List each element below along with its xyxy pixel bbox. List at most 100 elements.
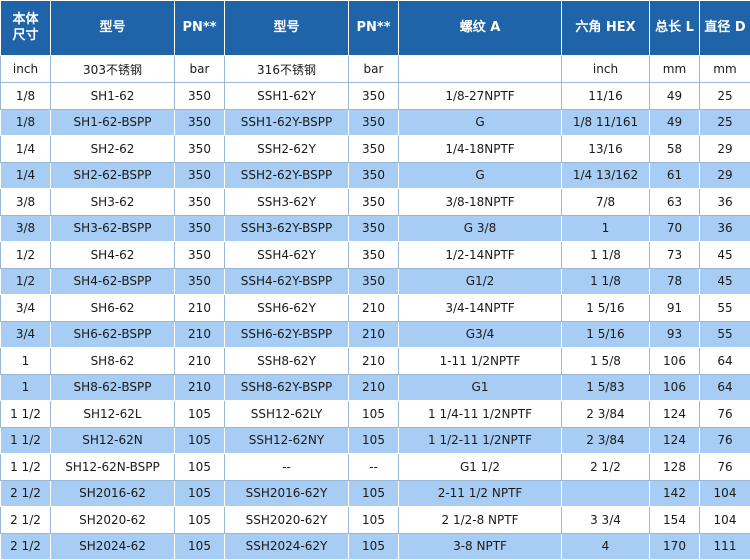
cell-thread: 2 1/2-8 NPTF bbox=[399, 507, 562, 534]
cell-hex: 1 bbox=[562, 215, 650, 242]
cell-thread: G bbox=[399, 109, 562, 136]
cell-size: 1/8 bbox=[1, 109, 51, 136]
cell-size: 1 1/2 bbox=[1, 401, 51, 428]
cell-length: 93 bbox=[650, 321, 700, 348]
cell-diameter: 104 bbox=[700, 507, 750, 534]
cell-length: 63 bbox=[650, 189, 700, 216]
cell-model-303: SH2020-62 bbox=[51, 507, 175, 534]
cell-size: 2 1/2 bbox=[1, 507, 51, 534]
cell-model-316: SSH12-62LY bbox=[225, 401, 349, 428]
cell-hex: 11/16 bbox=[562, 83, 650, 110]
cell-length: 61 bbox=[650, 162, 700, 189]
cell-thread: 1 1/4-11 1/2NPTF bbox=[399, 401, 562, 428]
cell-hex: 1 5/8 bbox=[562, 348, 650, 375]
cell-diameter: 104 bbox=[700, 480, 750, 507]
table-row: 1/4SH2-62350SSH2-62Y3501/4-18NPTF13/1658… bbox=[1, 136, 750, 163]
cell-length: 142 bbox=[650, 480, 700, 507]
cell-length: 128 bbox=[650, 454, 700, 481]
cell-pn-316: 350 bbox=[349, 162, 399, 189]
cell-model-316: SSH1-62Y bbox=[225, 83, 349, 110]
cell-diameter: 25 bbox=[700, 109, 750, 136]
cell-hex: 1/8 11/161 bbox=[562, 109, 650, 136]
cell-pn-303: 350 bbox=[175, 215, 225, 242]
cell-model-316: SSH8-62Y-BSPP bbox=[225, 374, 349, 401]
header-pn-316: PN** bbox=[349, 1, 399, 56]
cell-model-316: SSH8-62Y bbox=[225, 348, 349, 375]
unit-model-316: 316不锈钢 bbox=[225, 56, 349, 83]
cell-pn-316: 105 bbox=[349, 427, 399, 454]
table-row: 1 1/2SH12-62N-BSPP105----G1 1/22 1/21287… bbox=[1, 454, 750, 481]
cell-length: 49 bbox=[650, 83, 700, 110]
cell-pn-316: 105 bbox=[349, 401, 399, 428]
cell-pn-303: 350 bbox=[175, 136, 225, 163]
table-row: 1/4SH2-62-BSPP350SSH2-62Y-BSPP350G1/4 13… bbox=[1, 162, 750, 189]
cell-model-303: SH2-62-BSPP bbox=[51, 162, 175, 189]
cell-hex bbox=[562, 480, 650, 507]
cell-thread: G1 1/2 bbox=[399, 454, 562, 481]
header-row: 本体尺寸型号PN**型号PN**螺纹 A六角 HEX总长 L直径 D bbox=[1, 1, 750, 56]
cell-pn-303: 350 bbox=[175, 109, 225, 136]
cell-model-316: SSH3-62Y bbox=[225, 189, 349, 216]
cell-pn-303: 350 bbox=[175, 162, 225, 189]
cell-diameter: 55 bbox=[700, 295, 750, 322]
cell-size: 1/8 bbox=[1, 83, 51, 110]
cell-pn-316: 210 bbox=[349, 295, 399, 322]
header-length: 总长 L bbox=[650, 1, 700, 56]
cell-length: 70 bbox=[650, 215, 700, 242]
cell-pn-303: 350 bbox=[175, 189, 225, 216]
cell-size: 3/8 bbox=[1, 189, 51, 216]
header-thread: 螺纹 A bbox=[399, 1, 562, 56]
cell-pn-316: 350 bbox=[349, 189, 399, 216]
cell-pn-316: 350 bbox=[349, 242, 399, 269]
cell-model-303: SH4-62 bbox=[51, 242, 175, 269]
cell-hex: 1 5/83 bbox=[562, 374, 650, 401]
cell-pn-303: 350 bbox=[175, 242, 225, 269]
cell-diameter: 64 bbox=[700, 348, 750, 375]
cell-model-316: SSH6-62Y-BSPP bbox=[225, 321, 349, 348]
cell-thread: G1/2 bbox=[399, 268, 562, 295]
cell-pn-303: 105 bbox=[175, 454, 225, 481]
cell-hex: 1 5/16 bbox=[562, 321, 650, 348]
header-size: 本体尺寸 bbox=[1, 1, 51, 56]
cell-model-316: SSH2016-62Y bbox=[225, 480, 349, 507]
table-row: 1SH8-62210SSH8-62Y2101-11 1/2NPTF1 5/810… bbox=[1, 348, 750, 375]
cell-length: 124 bbox=[650, 401, 700, 428]
cell-pn-316: 350 bbox=[349, 83, 399, 110]
cell-hex: 2 3/84 bbox=[562, 427, 650, 454]
cell-length: 73 bbox=[650, 242, 700, 269]
cell-pn-316: 350 bbox=[349, 215, 399, 242]
cell-hex: 7/8 bbox=[562, 189, 650, 216]
cell-model-316: SSH1-62Y-BSPP bbox=[225, 109, 349, 136]
cell-pn-316: 210 bbox=[349, 321, 399, 348]
cell-thread: 1/2-14NPTF bbox=[399, 242, 562, 269]
cell-length: 58 bbox=[650, 136, 700, 163]
table-row: 1/8SH1-62350SSH1-62Y3501/8-27NPTF11/1649… bbox=[1, 83, 750, 110]
cell-diameter: 76 bbox=[700, 401, 750, 428]
cell-size: 1 bbox=[1, 348, 51, 375]
cell-model-316: -- bbox=[225, 454, 349, 481]
header-model-316: 型号 bbox=[225, 1, 349, 56]
cell-pn-303: 210 bbox=[175, 321, 225, 348]
cell-model-303: SH1-62 bbox=[51, 83, 175, 110]
cell-model-303: SH3-62 bbox=[51, 189, 175, 216]
unit-pn-316: bar bbox=[349, 56, 399, 83]
cell-diameter: 25 bbox=[700, 83, 750, 110]
cell-thread: 1 1/2-11 1/2NPTF bbox=[399, 427, 562, 454]
cell-hex: 13/16 bbox=[562, 136, 650, 163]
cell-diameter: 64 bbox=[700, 374, 750, 401]
cell-pn-316: 350 bbox=[349, 109, 399, 136]
cell-model-316: SSH3-62Y-BSPP bbox=[225, 215, 349, 242]
cell-diameter: 36 bbox=[700, 189, 750, 216]
unit-size: inch bbox=[1, 56, 51, 83]
cell-pn-303: 105 bbox=[175, 427, 225, 454]
table-row: 1SH8-62-BSPP210SSH8-62Y-BSPP210G11 5/831… bbox=[1, 374, 750, 401]
unit-model-303: 303不锈钢 bbox=[51, 56, 175, 83]
cell-pn-303: 105 bbox=[175, 480, 225, 507]
cell-model-303: SH1-62-BSPP bbox=[51, 109, 175, 136]
cell-pn-303: 105 bbox=[175, 507, 225, 534]
cell-model-303: SH12-62N-BSPP bbox=[51, 454, 175, 481]
cell-thread: 1-11 1/2NPTF bbox=[399, 348, 562, 375]
cell-model-303: SH2016-62 bbox=[51, 480, 175, 507]
cell-diameter: 76 bbox=[700, 427, 750, 454]
cell-model-316: SSH2020-62Y bbox=[225, 507, 349, 534]
